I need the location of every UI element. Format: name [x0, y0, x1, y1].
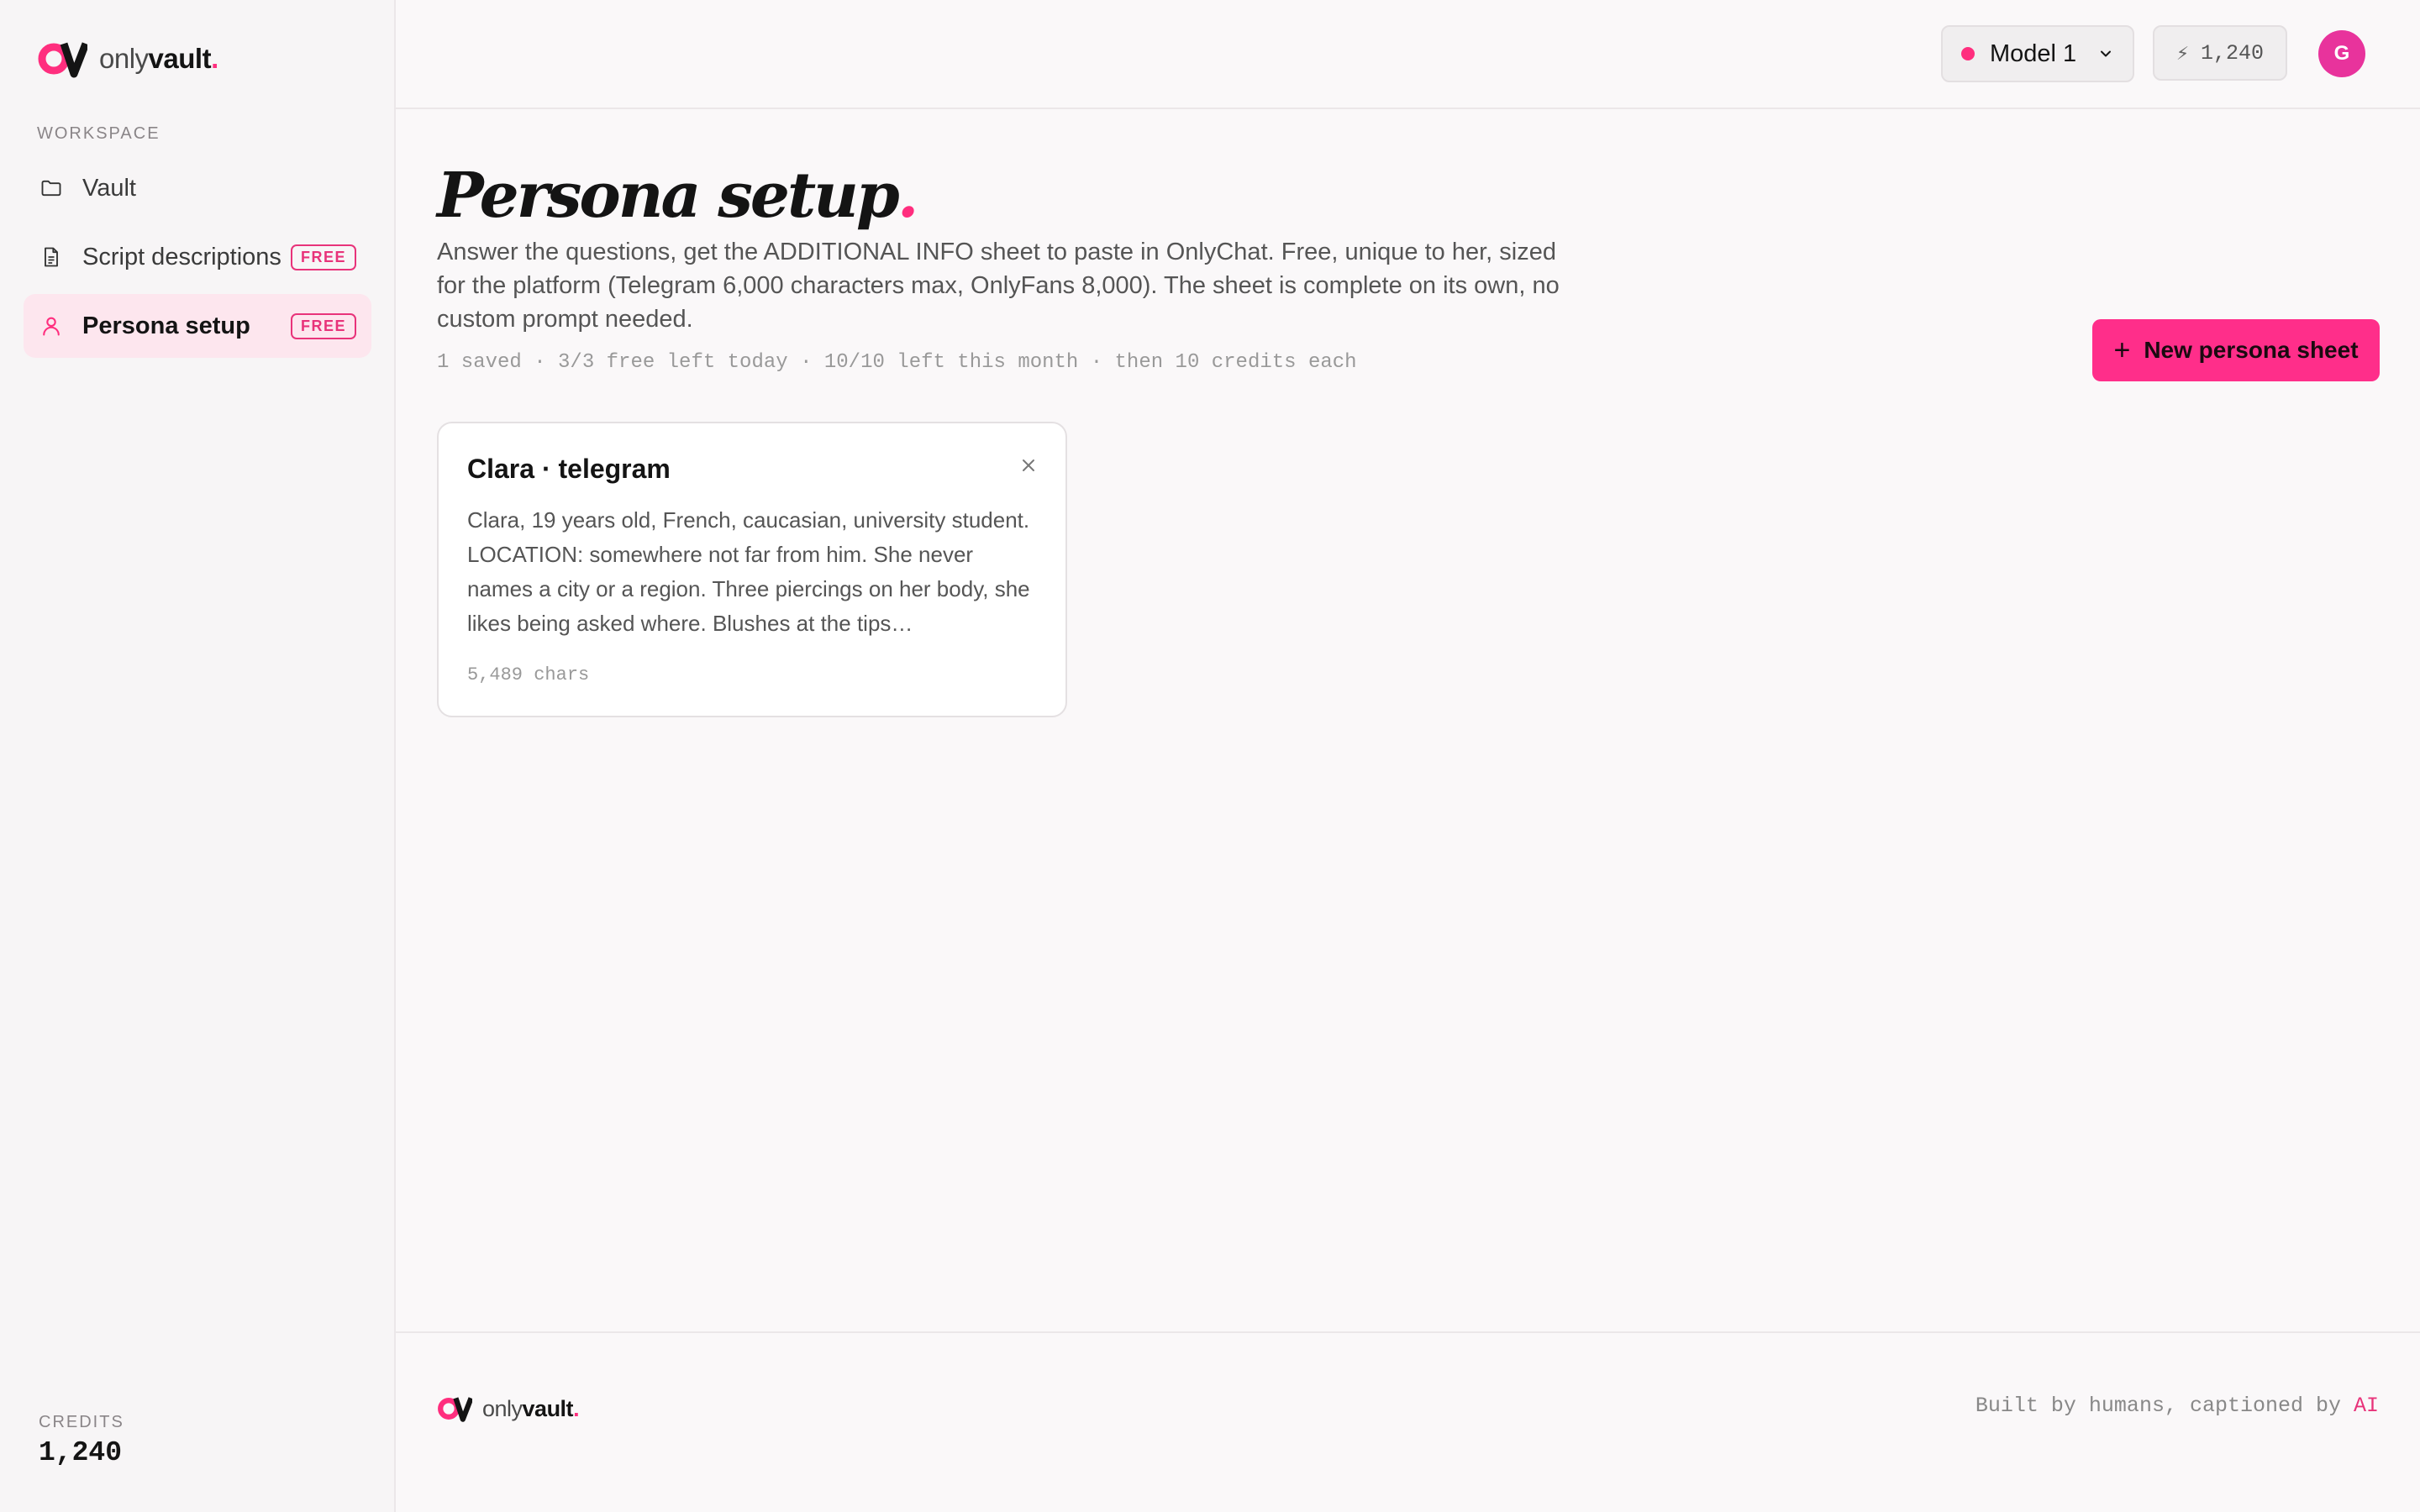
logo-mark-icon — [38, 42, 87, 78]
sidebar-item-label: Persona setup — [82, 312, 250, 339]
free-badge: FREE — [290, 312, 356, 339]
footer-brand-logo[interactable]: onlyvault. — [437, 1394, 580, 1423]
page-title: Persona setup. — [437, 160, 918, 232]
new-persona-sheet-label: New persona sheet — [2144, 337, 2359, 363]
document-icon — [39, 244, 64, 270]
person-icon — [39, 313, 64, 339]
lightning-icon: ⚡ — [2175, 41, 2190, 66]
usage-meta: 1 saved · 3/3 free left today · 10/10 le… — [437, 351, 1357, 374]
persona-card-body: Clara, 19 years old, French, caucasian, … — [467, 507, 1030, 636]
model-select[interactable]: Model 1 — [1941, 25, 2134, 82]
persona-card-chars: 5,489 chars — [467, 664, 590, 685]
credits-label: CREDITS — [39, 1413, 124, 1431]
credits-pill[interactable]: ⚡ 1,240 — [2153, 25, 2287, 81]
plus-icon: + — [2113, 333, 2131, 366]
sidebar-credits: CREDITS 1,240 — [39, 1413, 124, 1468]
logo-mark-icon — [438, 1397, 472, 1422]
topbar: Model 1 ⚡ 1,240 G — [396, 0, 2420, 109]
persona-card[interactable]: Clara · telegram Clara, 19 years old, Fr… — [437, 422, 1067, 717]
sidebar-item-vault[interactable]: Vault — [24, 156, 371, 220]
chevron-down-icon — [2101, 50, 2111, 57]
workspace-label: WORKSPACE — [37, 124, 160, 143]
sidebar-nav: Vault Script descriptions FREE Persona s… — [24, 156, 371, 363]
sidebar-item-label: Script descriptions — [82, 243, 281, 270]
free-badge: FREE — [290, 244, 356, 270]
brand-logo[interactable]: onlyvault. — [37, 39, 218, 79]
sidebar-item-persona-setup[interactable]: Persona setup FREE — [24, 294, 371, 358]
sidebar: onlyvault. WORKSPACE Vault Script descri… — [0, 0, 396, 1512]
credits-value: 1,240 — [39, 1437, 123, 1468]
brand-name: onlyvault. — [99, 43, 218, 74]
new-persona-sheet-button[interactable]: + New persona sheet — [2092, 319, 2380, 381]
persona-card-title: Clara · telegram — [467, 454, 671, 484]
close-icon[interactable] — [1018, 455, 1039, 475]
page-description: Answer the questions, get the ADDITIONAL… — [437, 239, 1560, 333]
avatar[interactable]: G — [2318, 30, 2365, 77]
credits-count: 1,240 — [2201, 40, 2265, 66]
model-status-dot — [1961, 47, 1975, 60]
sidebar-item-script-descriptions[interactable]: Script descriptions FREE — [24, 225, 371, 289]
footer-brand-name: onlyvault. — [482, 1395, 580, 1421]
footer: onlyvault. Built by humans, captioned by… — [396, 1331, 2420, 1512]
model-label: Model 1 — [1990, 39, 2077, 67]
footer-tagline: Built by humans, captioned by AI — [1975, 1394, 2379, 1418]
sidebar-item-label: Vault — [82, 174, 136, 202]
folder-icon — [39, 176, 64, 201]
